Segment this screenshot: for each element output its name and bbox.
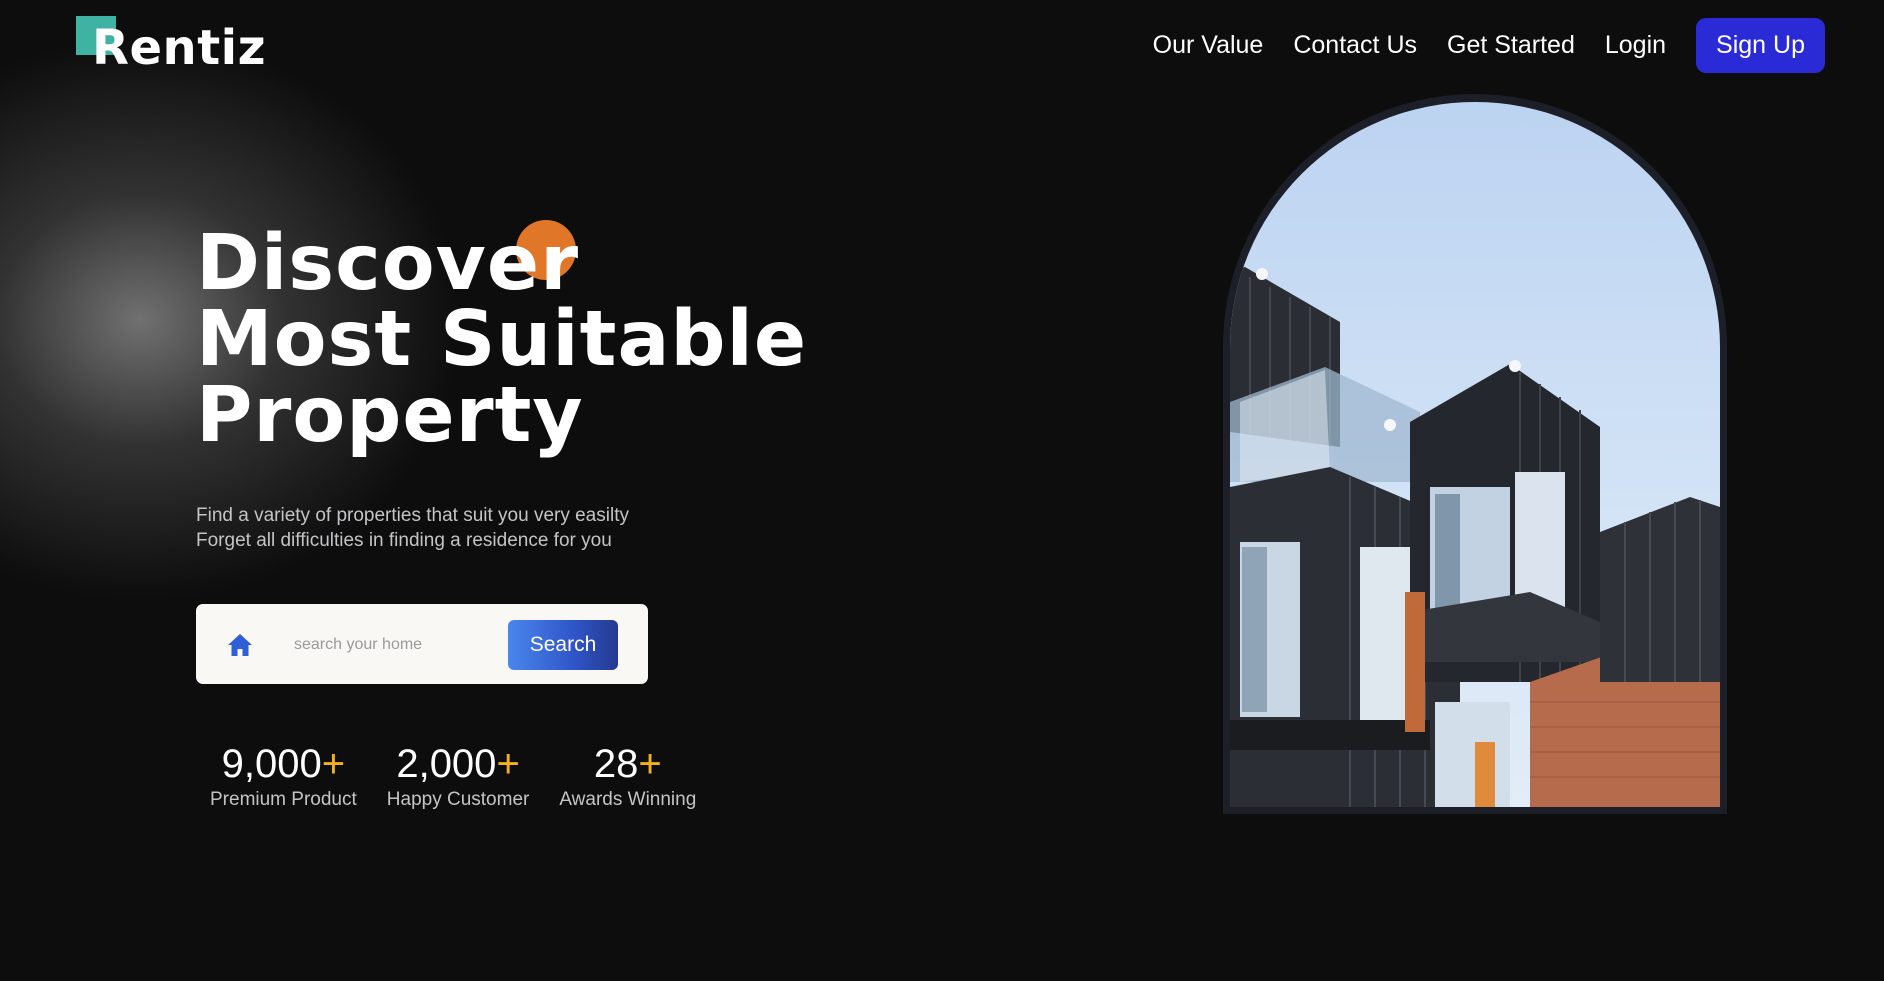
headline-line-2: Most Suitable [196, 295, 808, 384]
subtext-line-1: Find a variety of properties that suit y… [196, 505, 629, 526]
stat-label: Premium Product [210, 789, 357, 810]
property-building-image [1230, 102, 1720, 807]
headline-line-1: Discover [196, 219, 580, 308]
nav-link-login[interactable]: Login [1605, 31, 1666, 60]
stat-label: Happy Customer [386, 789, 530, 810]
headline-line-3: Property [196, 371, 584, 460]
stats-row: 9,000+ Premium Product 2,000+ Happy Cust… [210, 741, 696, 811]
landing-page: Rentiz Our Value Contact Us Get Started … [0, 0, 1884, 981]
search-input[interactable] [294, 628, 494, 662]
stat-happy-customer: 2,000+ Happy Customer [387, 741, 530, 811]
stat-value: 28+ [593, 742, 662, 786]
home-icon [227, 633, 253, 657]
hero-subtext: Find a variety of properties that suit y… [196, 503, 629, 553]
search-bar: Search [196, 604, 648, 684]
logo-text: Rentiz [92, 20, 267, 76]
top-nav: Our Value Contact Us Get Started Login S… [1153, 18, 1825, 73]
stat-value: 2,000+ [396, 742, 520, 786]
search-button[interactable]: Search [508, 620, 618, 670]
nav-link-our-value[interactable]: Our Value [1153, 31, 1264, 60]
stat-label: Awards Winning [559, 789, 697, 810]
sign-up-button[interactable]: Sign Up [1696, 18, 1825, 73]
brand-logo[interactable]: Rentiz [76, 16, 266, 76]
stat-awards-winning: 28+ Awards Winning [559, 741, 696, 811]
stat-premium-product: 9,000+ Premium Product [210, 741, 357, 811]
nav-link-contact-us[interactable]: Contact Us [1293, 31, 1417, 60]
stat-value: 9,000+ [221, 742, 346, 786]
nav-link-get-started[interactable]: Get Started [1447, 31, 1575, 60]
hero-headline: Discover Most Suitable Property [196, 219, 808, 460]
subtext-line-2: Forget all difficulties in finding a res… [196, 530, 612, 551]
